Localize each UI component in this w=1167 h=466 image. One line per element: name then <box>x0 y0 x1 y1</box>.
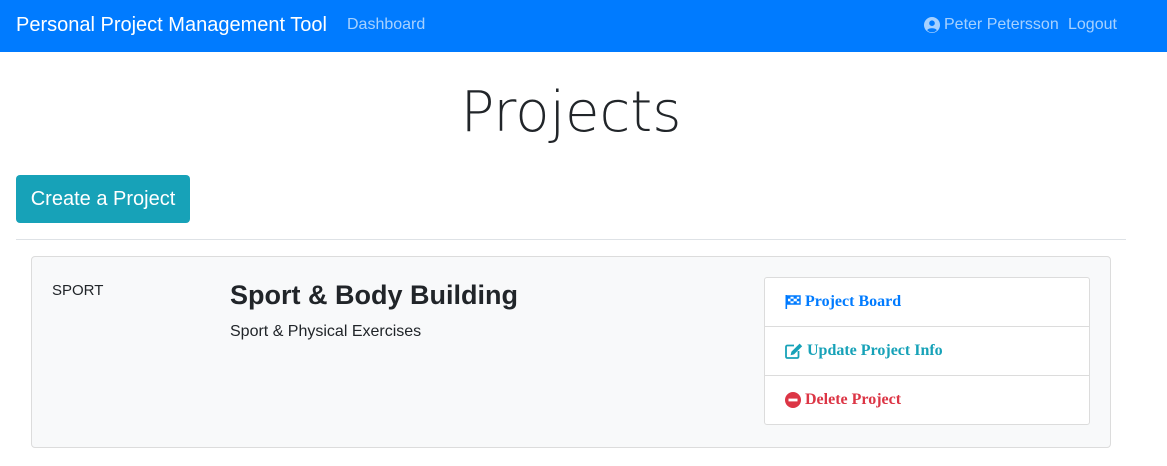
project-board-link[interactable]: Project Board <box>764 277 1090 327</box>
user-circle-icon <box>924 17 940 33</box>
update-project-link[interactable]: Update Project Info <box>764 326 1090 376</box>
project-actions-list: Project Board Update Project Info Delete… <box>764 277 1090 425</box>
nav-user-label: Peter Petersson <box>944 16 1059 33</box>
nav-user-link[interactable]: Peter Petersson <box>924 15 1059 35</box>
nav-dashboard-link[interactable]: Dashboard <box>347 15 425 35</box>
minus-circle-icon <box>785 392 801 408</box>
edit-icon <box>785 343 803 359</box>
project-board-label: Project Board <box>805 293 902 310</box>
project-card: SPORT Sport & Body Building Sport & Phys… <box>31 256 1111 448</box>
navbar: Personal Project Management Tool Dashboa… <box>0 0 1167 52</box>
flag-checkered-icon <box>785 295 801 309</box>
project-name: Sport & Body Building <box>230 280 518 310</box>
page-title: Projects <box>460 80 682 145</box>
delete-project-label: Delete Project <box>805 391 902 408</box>
brand-link[interactable]: Personal Project Management Tool <box>16 13 327 37</box>
delete-project-link[interactable]: Delete Project <box>764 375 1090 425</box>
project-description: Sport & Physical Exercises <box>230 323 422 340</box>
divider <box>16 239 1126 240</box>
nav-logout-link[interactable]: Logout <box>1068 15 1117 35</box>
create-project-button[interactable]: Create a Project <box>16 175 190 223</box>
project-identifier: SPORT <box>52 282 104 299</box>
update-project-label: Update Project Info <box>807 342 943 359</box>
